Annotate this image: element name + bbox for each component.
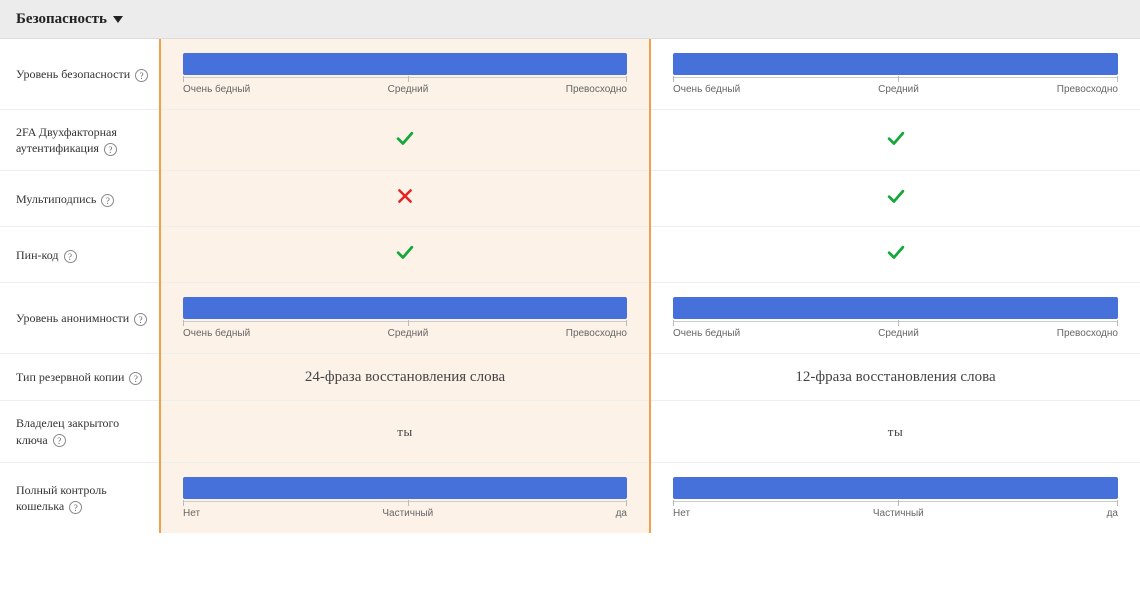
help-icon[interactable]: ? [134, 313, 147, 326]
value-col-a [160, 110, 650, 171]
row-label-text: Уровень безопасности [16, 67, 130, 81]
scale-label-max: Превосходно [1057, 84, 1118, 95]
level-bar: Нет Частичный да [183, 477, 627, 519]
value-col-a [160, 227, 650, 283]
scale-label-min: Нет [673, 508, 690, 519]
text-value: ты [888, 424, 903, 439]
row-label: Владелец закрытого ключа ? [0, 401, 160, 462]
scale-label-mid: Средний [388, 328, 429, 339]
section-title: Безопасность [16, 11, 107, 28]
table-row: Тип резервной копии ? 24-фраза восстановл… [0, 354, 1140, 401]
row-label-text: Мультиподпись [16, 192, 96, 206]
table-row: Уровень безопасности ? Очень бедный Сред… [0, 39, 1140, 110]
row-label: Пин-код ? [0, 227, 160, 283]
help-icon[interactable]: ? [64, 250, 77, 263]
scale-label-mid: Частичный [873, 508, 924, 519]
check-icon [885, 194, 907, 211]
value-col-a: Очень бедный Средний Превосходно [160, 39, 650, 110]
value-col-a [160, 171, 650, 227]
check-icon [394, 250, 416, 267]
scale-label-max: Превосходно [1057, 328, 1118, 339]
scale-label-min: Очень бедный [183, 328, 250, 339]
row-label-text: Владелец закрытого ключа [16, 416, 119, 446]
scale-label-mid: Средний [878, 328, 919, 339]
scale-label-min: Очень бедный [673, 328, 740, 339]
value-col-a: Очень бедный Средний Превосходно [160, 283, 650, 354]
row-label-text: Тип резервной копии [16, 370, 124, 384]
check-icon [885, 250, 907, 267]
row-label-text: Полный контроль кошелька [16, 483, 107, 513]
row-label: Уровень безопасности ? [0, 39, 160, 110]
help-icon[interactable]: ? [104, 143, 117, 156]
row-label-text: 2FA Двухфакторная аутентификация [16, 125, 117, 155]
level-bar: Очень бедный Средний Превосходно [673, 297, 1118, 339]
row-label: Мультиподпись ? [0, 171, 160, 227]
table-row: Мультиподпись ? [0, 171, 1140, 227]
comparison-table: Уровень безопасности ? Очень бедный Сред… [0, 39, 1140, 533]
scale-label-mid: Средний [878, 84, 919, 95]
level-bar: Нет Частичный да [673, 477, 1118, 519]
level-bar: Очень бедный Средний Превосходно [183, 297, 627, 339]
text-value: 24-фраза восстановления слова [305, 369, 505, 385]
value-col-b: Очень бедный Средний Превосходно [650, 39, 1140, 110]
value-col-a: Нет Частичный да [160, 462, 650, 533]
help-icon[interactable]: ? [53, 434, 66, 447]
row-label: Полный контроль кошелька ? [0, 462, 160, 533]
table-row: Владелец закрытого ключа ? ты ты [0, 401, 1140, 462]
section-header[interactable]: Безопасность [0, 0, 1140, 39]
table-row: Полный контроль кошелька ? Нет Частичный… [0, 462, 1140, 533]
table-row: Пин-код ? [0, 227, 1140, 283]
scale-label-min: Нет [183, 508, 200, 519]
row-label: Уровень анонимности ? [0, 283, 160, 354]
value-col-b: Очень бедный Средний Превосходно [650, 283, 1140, 354]
scale-label-min: Очень бедный [673, 84, 740, 95]
value-col-a: ты [160, 401, 650, 462]
value-col-b [650, 227, 1140, 283]
scale-label-max: Превосходно [566, 328, 627, 339]
value-col-b: ты [650, 401, 1140, 462]
row-label: Тип резервной копии ? [0, 354, 160, 401]
scale-label-max: да [1107, 508, 1118, 519]
help-icon[interactable]: ? [129, 372, 142, 385]
check-icon [885, 136, 907, 153]
value-col-b: 12-фраза восстановления слова [650, 354, 1140, 401]
scale-label-max: Превосходно [566, 84, 627, 95]
scale-label-mid: Частичный [382, 508, 433, 519]
cross-icon [395, 193, 415, 210]
scale-label-max: да [616, 508, 627, 519]
caret-down-icon [113, 16, 123, 23]
table-row: 2FA Двухфакторная аутентификация ? [0, 110, 1140, 171]
level-bar: Очень бедный Средний Превосходно [183, 53, 627, 95]
value-col-b [650, 110, 1140, 171]
check-icon [394, 136, 416, 153]
row-label: 2FA Двухфакторная аутентификация ? [0, 110, 160, 171]
value-col-b [650, 171, 1140, 227]
help-icon[interactable]: ? [101, 194, 114, 207]
text-value: ты [397, 424, 412, 439]
value-col-b: Нет Частичный да [650, 462, 1140, 533]
table-row: Уровень анонимности ? Очень бедный Средн… [0, 283, 1140, 354]
row-label-text: Пин-код [16, 248, 59, 262]
help-icon[interactable]: ? [69, 501, 82, 514]
level-bar: Очень бедный Средний Превосходно [673, 53, 1118, 95]
help-icon[interactable]: ? [135, 69, 148, 82]
text-value: 12-фраза восстановления слова [795, 369, 995, 385]
scale-label-min: Очень бедный [183, 84, 250, 95]
row-label-text: Уровень анонимности [16, 311, 129, 325]
value-col-a: 24-фраза восстановления слова [160, 354, 650, 401]
scale-label-mid: Средний [388, 84, 429, 95]
